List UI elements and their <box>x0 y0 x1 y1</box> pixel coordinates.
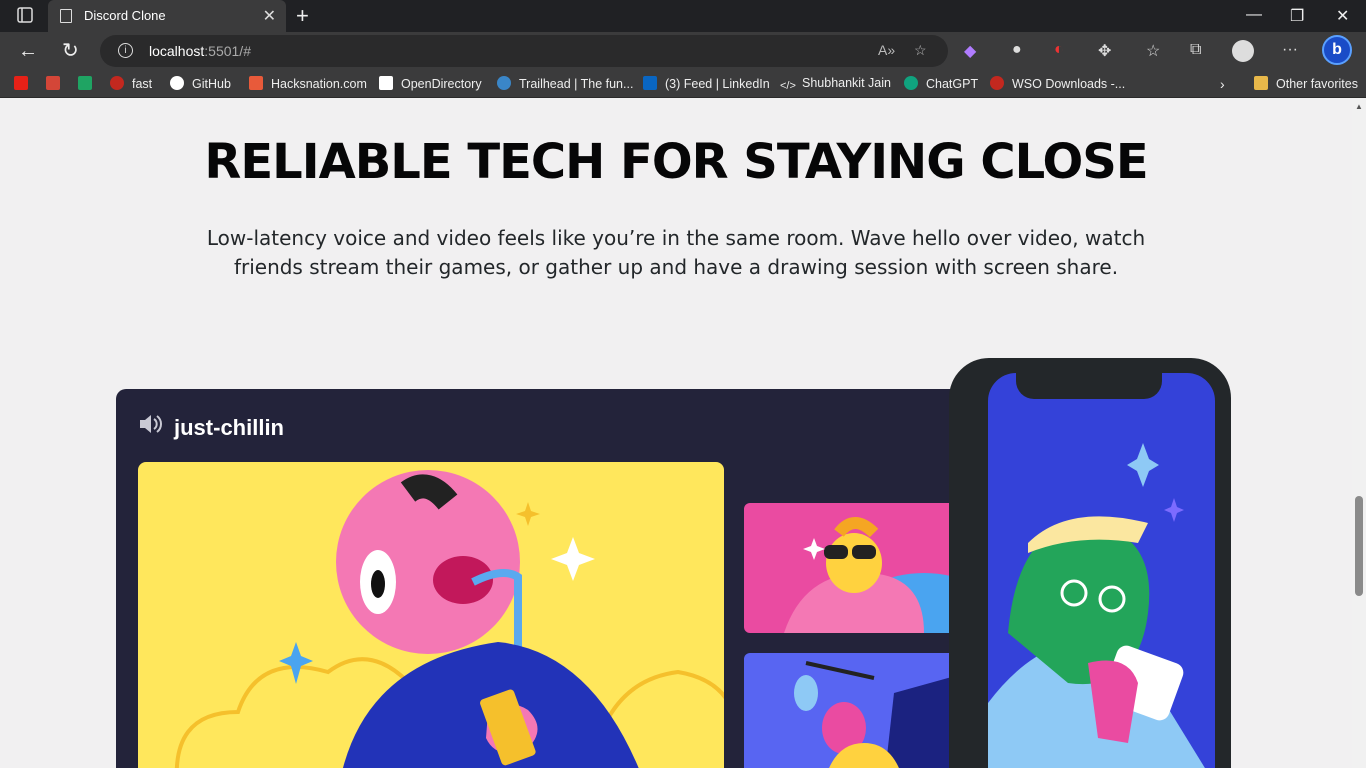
reload-icon[interactable]: ↻ <box>62 39 79 63</box>
bookmark-github[interactable]: GitHub <box>170 76 231 91</box>
bookmark-trailhead[interactable]: Trailhead | The fun... <box>497 76 633 91</box>
copilot-extension-icon[interactable]: ◆ <box>964 41 976 61</box>
tab-strip: Discord Clone ✕ + — ❐ ✕ <box>0 0 1366 32</box>
page-title: RELIABLE TECH FOR STAYING CLOSE <box>204 134 1148 190</box>
extension-icon[interactable]: ● <box>1012 41 1022 59</box>
bing-copilot-icon[interactable]: b <box>1322 35 1352 65</box>
profile-avatar[interactable] <box>1232 40 1254 62</box>
bookmark-other-favorites[interactable]: Other favorites <box>1254 76 1358 91</box>
more-menu-icon[interactable]: ··· <box>1282 41 1298 59</box>
bookmark-wso[interactable]: WSO Downloads -... <box>990 76 1125 91</box>
collections-icon[interactable]: ⧉ <box>1190 41 1201 59</box>
channel-name: just-chillin <box>174 415 284 440</box>
site-info-icon[interactable]: i <box>118 43 133 58</box>
bookmark-linkedin[interactable]: (3) Feed | LinkedIn <box>643 76 770 91</box>
tab-title: Discord Clone <box>84 8 166 23</box>
scrollbar-thumb[interactable] <box>1355 496 1363 596</box>
drive-bookmark-icon[interactable] <box>78 76 100 91</box>
add-favorite-icon[interactable]: ☆ <box>914 42 927 59</box>
video-thumbnail-2 <box>744 653 966 768</box>
youtube-bookmark-icon[interactable] <box>14 76 36 91</box>
chevron-right-icon[interactable]: › <box>1220 76 1225 92</box>
bookmark-hacksnation[interactable]: Hacksnation.com <box>249 76 367 91</box>
voice-channel-card: just-chillin <box>116 389 988 768</box>
bookmark-shubhankit[interactable]: </> Shubhankit Jain <box>780 76 891 94</box>
new-tab-icon[interactable]: + <box>296 3 309 29</box>
speaker-icon <box>138 413 164 441</box>
video-thumbnail-1 <box>744 503 966 633</box>
bookmark-fast[interactable]: fast <box>110 76 152 91</box>
page-content: RELIABLE TECH FOR STAYING CLOSE Low-late… <box>0 98 1352 768</box>
back-icon[interactable]: ← <box>18 39 38 63</box>
channel-header: just-chillin <box>138 413 284 441</box>
section-description: Low-latency voice and video feels like y… <box>206 226 1146 279</box>
phone-mockup <box>949 358 1231 768</box>
phone-screen <box>988 373 1215 768</box>
gmail-bookmark-icon[interactable] <box>46 76 68 91</box>
minimize-icon[interactable]: — <box>1246 6 1262 24</box>
restore-icon[interactable]: ❐ <box>1290 6 1304 26</box>
tab-discord-clone[interactable]: Discord Clone ✕ <box>48 0 286 32</box>
close-window-icon[interactable]: ✕ <box>1336 6 1349 26</box>
opera-extension-icon[interactable]: ◐ <box>1054 41 1064 59</box>
address-bar[interactable]: i localhost:5501/# A» ☆ <box>100 35 948 67</box>
extensions-icon[interactable]: ✥ <box>1098 41 1111 61</box>
read-aloud-icon[interactable]: A» <box>878 42 895 58</box>
close-tab-icon[interactable]: ✕ <box>263 6 276 26</box>
favorites-icon[interactable]: ☆ <box>1146 41 1160 61</box>
bookmark-chatgpt[interactable]: ChatGPT <box>904 76 978 91</box>
main-video-illustration <box>138 462 724 768</box>
bookmarks-bar: fast GitHub Hacksnation.com OpenDirector… <box>0 70 1366 98</box>
phone-notch <box>1016 373 1162 399</box>
scroll-up-icon[interactable]: ▲ <box>1355 102 1363 111</box>
browser-window: Discord Clone ✕ + — ❐ ✕ ← ↻ i localhost:… <box>0 0 1366 768</box>
bookmark-opendirectory[interactable]: OpenDirectory <box>379 76 482 91</box>
toolbar: ← ↻ i localhost:5501/# A» ☆ ◆ ● ◐ ✥ ☆ ⧉ … <box>0 32 1366 70</box>
tab-actions-icon[interactable] <box>10 6 38 26</box>
scrollbar[interactable]: ▲ <box>1352 98 1366 768</box>
page-icon <box>60 9 72 23</box>
url-text: localhost:5501/# <box>149 43 251 59</box>
